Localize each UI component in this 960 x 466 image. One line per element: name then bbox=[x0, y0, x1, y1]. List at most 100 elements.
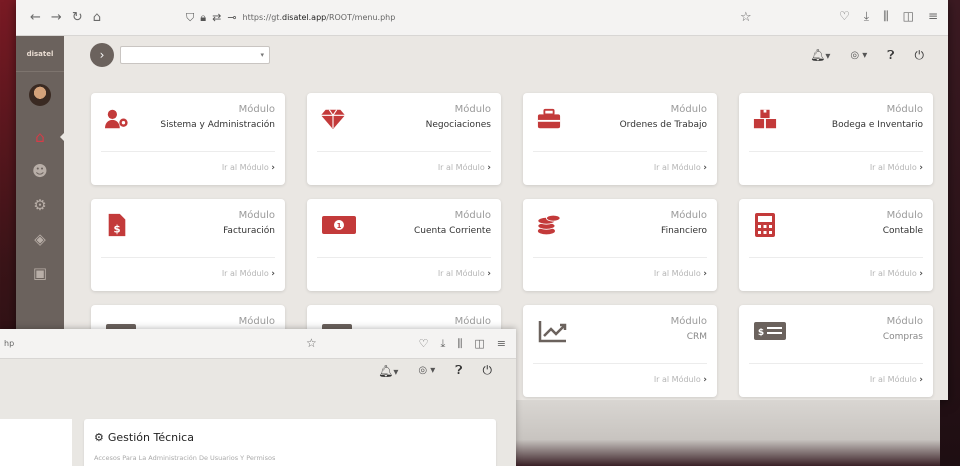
url-fragment[interactable]: hp bbox=[4, 339, 14, 348]
app-logo: disatel bbox=[16, 36, 64, 72]
avatar[interactable] bbox=[29, 84, 51, 106]
menu-icon[interactable]: ≡ bbox=[928, 9, 938, 24]
permissions-icon[interactable]: ⇄ bbox=[212, 11, 221, 24]
browser-toolbar: ← → ↻ ⌂ ⛉ 🔒︎ ⇄ ⊸ https://gt.disatel.app/… bbox=[16, 0, 948, 36]
pocket-icon[interactable]: ♡ bbox=[839, 9, 850, 24]
module-kicker: Módulo bbox=[238, 210, 275, 221]
bookmark-star-icon[interactable]: ☆ bbox=[306, 336, 317, 350]
module-name: Facturación bbox=[223, 226, 275, 236]
module-link[interactable]: Ir al Módulo › bbox=[654, 375, 707, 385]
coins-icon bbox=[537, 213, 561, 237]
diamond-icon bbox=[321, 107, 345, 131]
svg-text:$: $ bbox=[113, 224, 120, 235]
notifications-bell-icon[interactable]: 🔔︎▾ bbox=[378, 364, 398, 378]
sidebar-item-settings[interactable]: ⚙ bbox=[16, 188, 64, 222]
language-globe-icon[interactable]: ◎ ▾ bbox=[418, 365, 435, 376]
power-icon[interactable]: ⏻ bbox=[915, 48, 925, 63]
module-card[interactable]: 1 Módulo Cuenta Corriente Ir al Módulo › bbox=[307, 199, 501, 291]
library-icon[interactable]: ⫼ bbox=[883, 9, 889, 24]
toolbox-icon: ▣ bbox=[32, 264, 48, 282]
sidebar-toggle-icon[interactable]: ◫ bbox=[474, 337, 484, 351]
module-link[interactable]: Ir al Módulo › bbox=[222, 269, 275, 279]
money-bill-icon: 1 bbox=[321, 213, 357, 237]
section-subtitle: Accesos Para La Administración De Usuari… bbox=[94, 454, 276, 462]
module-select[interactable]: ▾ bbox=[120, 46, 270, 64]
back-arrow-icon[interactable]: ← bbox=[30, 10, 41, 25]
module-link[interactable]: Ir al Módulo › bbox=[870, 375, 923, 385]
sidebar-item-negotiations[interactable]: ◈ bbox=[16, 222, 64, 256]
library-icon[interactable]: ⫼ bbox=[457, 337, 462, 351]
module-kicker: Módulo bbox=[670, 316, 707, 327]
browser-toolbar-overlay: hp ☆ ♡ ⤓ ⫼ ◫ ≡ bbox=[0, 329, 516, 359]
help-icon[interactable]: ❓︎ bbox=[455, 363, 462, 378]
module-link[interactable]: Ir al Módulo › bbox=[438, 163, 491, 173]
url-text[interactable]: https://gt.disatel.app/ROOT/menu.php bbox=[243, 13, 396, 22]
module-card[interactable]: Módulo Ordenes de Trabajo Ir al Módulo › bbox=[523, 93, 717, 185]
module-link[interactable]: Ir al Módulo › bbox=[654, 163, 707, 173]
chevron-right-icon: › bbox=[271, 269, 275, 279]
forward-arrow-icon[interactable]: → bbox=[51, 10, 62, 25]
module-link[interactable]: Ir al Módulo › bbox=[438, 269, 491, 279]
divider bbox=[533, 257, 707, 258]
module-kicker: Módulo bbox=[670, 104, 707, 115]
chevron-right-icon: › bbox=[919, 269, 923, 279]
module-link[interactable]: Ir al Módulo › bbox=[870, 269, 923, 279]
diamond-icon: ◈ bbox=[34, 230, 46, 248]
chevron-right-icon: › bbox=[919, 375, 923, 385]
divider bbox=[533, 363, 707, 364]
sidebar-item-work-orders[interactable]: ▣ bbox=[16, 256, 64, 290]
module-card[interactable]: Módulo Financiero Ir al Módulo › bbox=[523, 199, 717, 291]
sidebar-toggle-icon[interactable]: ◫ bbox=[903, 9, 914, 24]
module-name: Bodega e Inventario bbox=[831, 120, 923, 130]
app-topbar: › ▾ 🔔︎▾ ◎ ▾ ❓︎ ⏻ bbox=[64, 36, 948, 74]
home-icon: ⌂ bbox=[35, 128, 45, 146]
module-card[interactable]: Módulo CRM Ir al Módulo › bbox=[523, 305, 717, 397]
module-link[interactable]: Ir al Módulo › bbox=[870, 163, 923, 173]
chevron-right-icon: › bbox=[703, 163, 707, 173]
module-card[interactable]: Módulo Bodega e Inventario Ir al Módulo … bbox=[739, 93, 933, 185]
divider bbox=[749, 151, 923, 152]
power-icon[interactable]: ⏻ bbox=[483, 363, 493, 378]
language-globe-icon[interactable]: ◎ ▾ bbox=[850, 50, 867, 61]
module-link[interactable]: Ir al Módulo › bbox=[222, 163, 275, 173]
divider bbox=[317, 151, 491, 152]
menu-icon[interactable]: ≡ bbox=[497, 337, 506, 351]
key-icon[interactable]: ⊸ bbox=[227, 11, 236, 24]
chevron-right-icon: › bbox=[487, 163, 491, 173]
download-icon[interactable]: ⤓ bbox=[864, 9, 869, 24]
home-icon[interactable]: ⌂ bbox=[93, 10, 101, 25]
module-card[interactable]: Módulo Negociaciones Ir al Módulo › bbox=[307, 93, 501, 185]
lock-icon[interactable]: 🔒︎ bbox=[200, 11, 206, 25]
gears-icon: ⚙ bbox=[94, 431, 104, 444]
pocket-icon[interactable]: ♡ bbox=[419, 337, 429, 351]
notifications-bell-icon[interactable]: 🔔︎▾ bbox=[810, 48, 830, 62]
help-icon[interactable]: ❓︎ bbox=[887, 48, 894, 63]
module-kicker: Módulo bbox=[886, 104, 923, 115]
chevron-right-icon: › bbox=[271, 163, 275, 173]
gear-icon: ⚙ bbox=[33, 196, 47, 214]
module-link[interactable]: Ir al Módulo › bbox=[654, 269, 707, 279]
user-gear-icon bbox=[105, 107, 129, 131]
module-name: Cuenta Corriente bbox=[414, 226, 491, 236]
sidebar-toggle-button[interactable]: › bbox=[90, 43, 114, 67]
module-card[interactable]: Módulo Contable Ir al Módulo › bbox=[739, 199, 933, 291]
sidebar-item-users[interactable]: ☻ bbox=[16, 154, 64, 188]
chevron-right-icon: › bbox=[487, 269, 491, 279]
module-card[interactable]: $ Módulo Compras Ir al Módulo › bbox=[739, 305, 933, 397]
module-name: Financiero bbox=[661, 226, 707, 236]
sidebar-item-home[interactable]: ⌂ bbox=[16, 120, 65, 154]
bookmark-star-icon[interactable]: ☆ bbox=[740, 10, 752, 25]
reload-icon[interactable]: ↻ bbox=[72, 10, 83, 25]
gestion-tecnica-card[interactable]: ⚙ Gestión Técnica Accesos Para La Admini… bbox=[84, 419, 496, 466]
module-name: Negociaciones bbox=[425, 120, 491, 130]
chevron-down-icon: ▾ bbox=[260, 51, 264, 59]
download-icon[interactable]: ⤓ bbox=[440, 337, 445, 351]
divider bbox=[317, 257, 491, 258]
section-title-text: Gestión Técnica bbox=[107, 431, 194, 444]
module-card[interactable]: $ Módulo Facturación Ir al Módulo › bbox=[91, 199, 285, 291]
url-bar[interactable]: ⛉ 🔒︎ ⇄ ⊸ https://gt.disatel.app/ROOT/men… bbox=[186, 11, 395, 25]
shield-icon[interactable]: ⛉ bbox=[186, 11, 194, 25]
module-card[interactable]: Módulo Sistema y Administración Ir al Mó… bbox=[91, 93, 285, 185]
divider bbox=[749, 363, 923, 364]
toolbox-icon bbox=[537, 107, 561, 131]
